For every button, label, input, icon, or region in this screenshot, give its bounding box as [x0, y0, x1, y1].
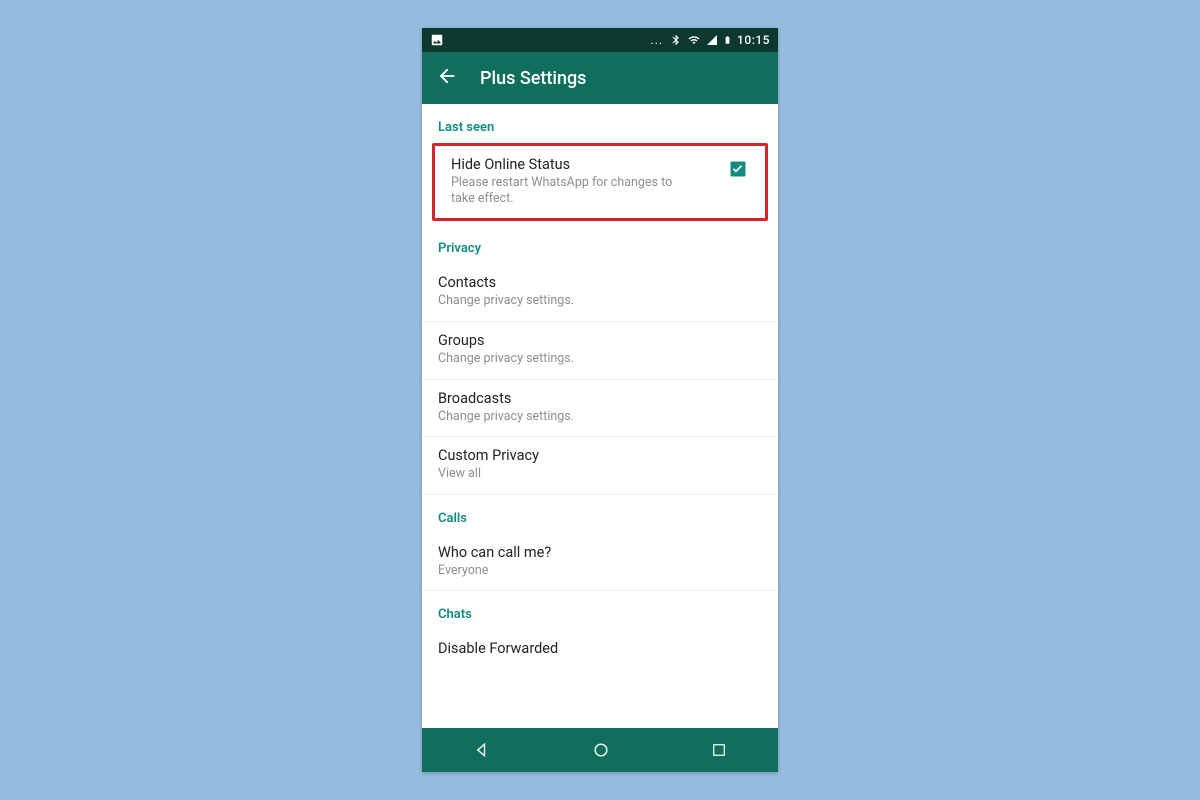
appbar-title: Plus Settings — [480, 68, 586, 89]
item-title: Contacts — [438, 274, 762, 291]
overflow-dots: ... — [651, 33, 664, 47]
battery-icon — [723, 33, 732, 47]
item-groups[interactable]: Groups Change privacy settings. — [422, 322, 778, 380]
item-subtitle: View all — [438, 466, 668, 482]
item-subtitle: Change privacy settings. — [438, 409, 668, 425]
section-last-seen: Last seen — [422, 104, 778, 143]
item-title: Custom Privacy — [438, 447, 762, 464]
item-hide-online-status[interactable]: Hide Online Status Please restart WhatsA… — [435, 146, 765, 218]
item-subtitle: Everyone — [438, 563, 668, 579]
wifi-icon — [687, 34, 701, 46]
checkbox-hide-online[interactable] — [727, 158, 749, 180]
item-title: Who can call me? — [438, 544, 762, 561]
item-subtitle: Please restart WhatsApp for changes to t… — [451, 175, 681, 206]
nav-back-button[interactable] — [460, 734, 504, 766]
nav-home-button[interactable] — [579, 734, 623, 766]
item-title: Hide Online Status — [451, 156, 727, 173]
status-bar: ... 10:15 — [422, 28, 778, 52]
section-chats: Chats — [422, 591, 778, 630]
nav-recent-button[interactable] — [698, 735, 740, 765]
highlight-box: Hide Online Status Please restart WhatsA… — [432, 143, 768, 221]
item-broadcasts[interactable]: Broadcasts Change privacy settings. — [422, 380, 778, 438]
item-disable-forwarded[interactable]: Disable Forwarded — [422, 630, 778, 657]
item-custom-privacy[interactable]: Custom Privacy View all — [422, 437, 778, 495]
item-subtitle: Change privacy settings. — [438, 293, 668, 309]
item-title: Broadcasts — [438, 390, 762, 407]
item-subtitle: Change privacy settings. — [438, 351, 668, 367]
section-privacy: Privacy — [422, 225, 778, 264]
item-contacts[interactable]: Contacts Change privacy settings. — [422, 264, 778, 322]
back-button[interactable] — [432, 59, 462, 97]
image-icon — [430, 33, 444, 47]
android-nav-bar — [422, 728, 778, 772]
item-title: Groups — [438, 332, 762, 349]
settings-list[interactable]: Last seen Hide Online Status Please rest… — [422, 104, 778, 728]
section-calls: Calls — [422, 495, 778, 534]
item-who-can-call[interactable]: Who can call me? Everyone — [422, 534, 778, 592]
clock-text: 10:15 — [737, 33, 770, 47]
item-title: Disable Forwarded — [438, 640, 762, 657]
phone-frame: ... 10:15 Plus Settings Last seen — [422, 28, 778, 772]
signal-icon — [706, 34, 718, 46]
bluetooth-icon — [670, 34, 682, 46]
app-bar: Plus Settings — [422, 52, 778, 104]
